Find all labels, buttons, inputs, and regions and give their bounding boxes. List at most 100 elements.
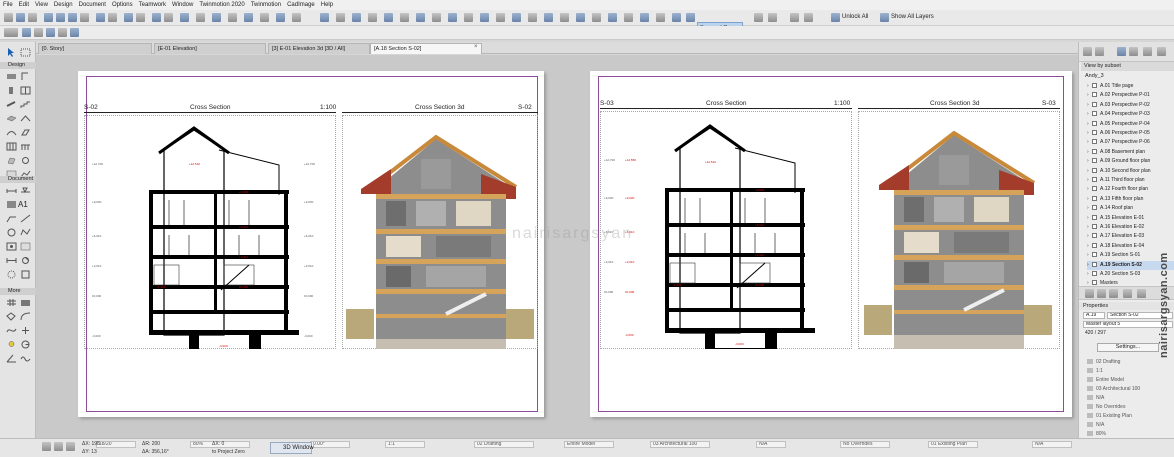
info-renovation[interactable]: 01 Existing Plan [1087, 412, 1132, 420]
tab-e01-elevation-3d[interactable]: [3] E-01 Elevation 3d [3D / All] [268, 43, 370, 54]
layout-list-item[interactable]: › A.05 Perspective P-04 [1087, 120, 1174, 129]
lamp-tool-icon[interactable] [6, 340, 17, 349]
menu-document[interactable]: Document [79, 2, 106, 8]
roof-tool-icon[interactable] [20, 114, 31, 123]
info-overrides[interactable]: No Overrides [1087, 403, 1125, 411]
stair-tool-icon[interactable] [20, 100, 31, 109]
menu-edit[interactable]: Edit [19, 2, 29, 8]
curtain-icon[interactable] [432, 13, 441, 22]
drawing-tool-icon[interactable] [6, 242, 17, 251]
new-layout-icon[interactable] [1085, 289, 1094, 298]
model-view-select[interactable]: Entire Model [564, 441, 614, 448]
menu-file[interactable]: File [3, 2, 13, 8]
layout-sheet-s03[interactable]: S-03 Cross Section 1:100 Cross Section 3… [590, 71, 1072, 417]
group-suspend-icon[interactable] [686, 13, 695, 22]
offset-icon[interactable] [276, 13, 285, 22]
slab-tool-icon[interactable] [6, 114, 17, 123]
door-tool-icon[interactable] [20, 72, 31, 81]
distribute-icon[interactable] [228, 13, 237, 22]
layout-list-item[interactable]: › A.10 Second floor plan [1087, 167, 1174, 176]
layout-list-item[interactable]: › A.16 Elevation E-02 [1087, 223, 1174, 232]
fillet-icon[interactable] [400, 13, 409, 22]
window-icon[interactable] [336, 13, 345, 22]
view-map-icon[interactable] [1095, 47, 1104, 56]
navigator-sync-icon[interactable] [46, 28, 55, 37]
layout-list-item[interactable]: › A.18 Elevation E-04 [1087, 242, 1174, 251]
arrow-tool-icon[interactable] [6, 48, 17, 57]
morph-icon[interactable] [496, 13, 505, 22]
dimension-icon[interactable] [58, 28, 67, 37]
tab-e01-elevation[interactable]: [E-01 Elevation] [154, 43, 266, 54]
info-structure[interactable]: N/A [1087, 421, 1104, 429]
dimension-tool-icon[interactable] [6, 186, 17, 195]
hotspot-icon[interactable] [672, 13, 681, 22]
circle-tool-icon[interactable] [6, 228, 17, 237]
layout-list-item[interactable]: › A.01 Title page [1087, 82, 1174, 91]
penset-select[interactable]: 03 Architectural 100 [650, 441, 710, 448]
toolbox-design-section[interactable]: Design [0, 62, 36, 69]
pencil-icon[interactable] [56, 13, 65, 22]
layout-list-item[interactable]: › A.06 Perspective P-05 [1087, 129, 1174, 138]
trim-icon[interactable] [384, 13, 393, 22]
spline-tool-icon[interactable] [6, 326, 17, 335]
column-icon[interactable] [544, 13, 553, 22]
ruler-icon[interactable] [80, 13, 89, 22]
elevation-tool-icon[interactable] [20, 256, 31, 265]
info-layer[interactable]: 02 Drafting [1087, 358, 1120, 366]
layout-list-item[interactable]: › A.11 Third floor plan [1087, 176, 1174, 185]
split-icon[interactable] [292, 13, 301, 22]
settings-icon[interactable] [1137, 289, 1146, 298]
show-all-layers-button[interactable]: Show All Layers [891, 14, 934, 20]
menu-twinmotion[interactable]: Twinmotion [251, 2, 281, 8]
morph-tool-icon[interactable] [6, 156, 17, 165]
unlock-all-icon[interactable] [831, 13, 840, 22]
menu-cadimage[interactable]: CadImage [287, 2, 315, 8]
fill-tool-icon[interactable] [6, 200, 17, 209]
menu-teamwork[interactable]: Teamwork [139, 2, 166, 8]
lock-icon[interactable] [754, 13, 763, 22]
layout-list-item[interactable]: › A.15 Elevation E-01 [1087, 214, 1174, 223]
label-tool-icon[interactable] [6, 214, 17, 223]
new-icon[interactable] [4, 13, 13, 22]
redo-zoom-icon[interactable] [54, 442, 63, 451]
mirror-icon[interactable] [260, 13, 269, 22]
line-tool-icon[interactable] [20, 214, 31, 223]
figure-tool-icon[interactable] [20, 242, 31, 251]
slab-icon[interactable] [512, 13, 521, 22]
trace-icon[interactable] [164, 13, 173, 22]
layout-list-item[interactable]: › A.02 Perspective P-01 [1087, 91, 1174, 100]
skylight-tool-icon[interactable] [20, 128, 31, 137]
structure-select[interactable]: N/A [1032, 441, 1072, 448]
fill-icon[interactable] [592, 13, 601, 22]
polyline-tool-icon[interactable] [20, 228, 31, 237]
layout-list-item[interactable]: › A.03 Perspective P-02 [1087, 101, 1174, 110]
rotate-icon[interactable] [244, 13, 253, 22]
open-icon[interactable] [16, 13, 25, 22]
show-all-layers-icon[interactable] [880, 13, 889, 22]
grid-icon[interactable] [108, 13, 117, 22]
layer-unlock-icon[interactable] [804, 13, 813, 22]
menu-design[interactable]: Design [54, 2, 73, 8]
unlock-icon[interactable] [768, 13, 777, 22]
camera-tool-icon[interactable] [20, 298, 31, 307]
intersect-icon[interactable] [416, 13, 425, 22]
zoom-in-icon[interactable] [66, 442, 75, 451]
layout-list-item[interactable]: › A.12 Fourth floor plan [1087, 185, 1174, 194]
mvo-select[interactable]: N/A [756, 441, 786, 448]
new-subset-icon[interactable] [1097, 289, 1106, 298]
undo-icon[interactable] [44, 13, 53, 22]
3d-window-button[interactable]: 3D Window [270, 442, 314, 454]
arc-tool-icon[interactable] [20, 312, 31, 321]
text-icon[interactable] [70, 28, 79, 37]
new-master-icon[interactable] [1109, 289, 1118, 298]
align-icon[interactable] [212, 13, 221, 22]
wall-icon[interactable] [560, 13, 569, 22]
info-zoom[interactable]: 80% [1087, 430, 1106, 438]
marquee-tool-icon[interactable] [20, 48, 31, 57]
curtain-wall-tool-icon[interactable] [6, 142, 17, 151]
level-tool-icon[interactable] [20, 186, 31, 195]
spline-icon[interactable] [656, 13, 665, 22]
layout-list-item[interactable]: › A.07 Perspective P-06 [1087, 138, 1174, 147]
overrides-select[interactable]: No Overrides [840, 441, 890, 448]
scale-field[interactable]: 1:1 [385, 441, 425, 448]
